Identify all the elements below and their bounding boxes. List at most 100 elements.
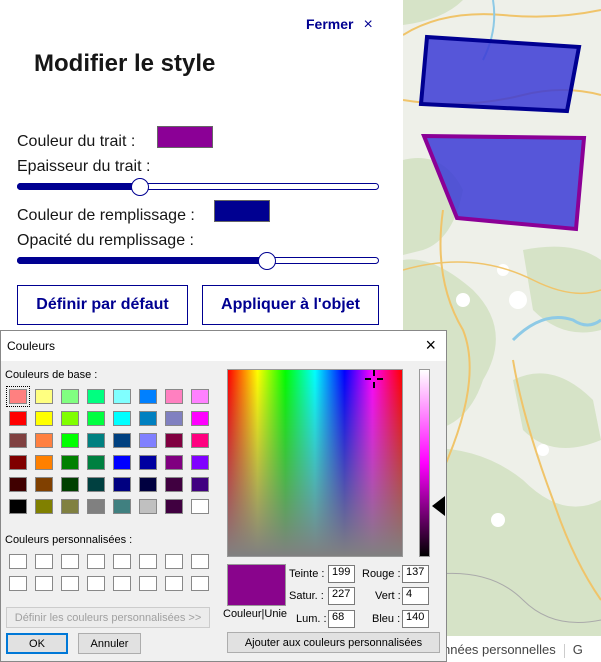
spectrum-crosshair-icon[interactable]: [365, 370, 383, 388]
set-default-button[interactable]: Définir par défaut: [17, 285, 188, 325]
basic-color-swatch-36[interactable]: [87, 477, 105, 492]
basic-color-swatch-11[interactable]: [61, 411, 79, 426]
basic-color-swatch-35[interactable]: [61, 477, 79, 492]
basic-color-swatch-42[interactable]: [35, 499, 53, 514]
custom-color-swatch-12[interactable]: [87, 576, 105, 591]
hue-label: Teinte :: [289, 568, 325, 580]
custom-color-swatch-4[interactable]: [87, 554, 105, 569]
add-custom-color-button[interactable]: Ajouter aux couleurs personnalisées: [227, 632, 440, 653]
blue-field[interactable]: 140: [402, 610, 429, 628]
basic-color-swatch-28[interactable]: [87, 455, 105, 470]
custom-color-swatch-6[interactable]: [139, 554, 157, 569]
basic-color-swatch-16[interactable]: [191, 411, 209, 426]
dialog-titlebar: Couleurs ×: [1, 331, 446, 361]
dialog-title: Couleurs: [7, 339, 56, 353]
basic-color-swatch-22[interactable]: [139, 433, 157, 448]
custom-color-swatch-14[interactable]: [139, 576, 157, 591]
basic-color-swatch-37[interactable]: [113, 477, 131, 492]
custom-color-swatch-7[interactable]: [165, 554, 183, 569]
basic-color-swatch-13[interactable]: [113, 411, 131, 426]
basic-color-swatch-12[interactable]: [87, 411, 105, 426]
hue-field[interactable]: 199: [328, 565, 355, 583]
basic-color-swatch-19[interactable]: [61, 433, 79, 448]
fill-opacity-slider-thumb[interactable]: [258, 252, 276, 270]
basic-color-swatch-3[interactable]: [61, 389, 79, 404]
stroke-width-slider-thumb[interactable]: [131, 178, 149, 196]
basic-color-swatch-43[interactable]: [61, 499, 79, 514]
basic-color-swatch-17[interactable]: [9, 433, 27, 448]
basic-color-swatch-18[interactable]: [35, 433, 53, 448]
basic-color-swatch-10[interactable]: [35, 411, 53, 426]
basic-color-swatch-14[interactable]: [139, 411, 157, 426]
basic-color-swatch-5[interactable]: [113, 389, 131, 404]
custom-color-swatch-16[interactable]: [191, 576, 209, 591]
basic-color-swatch-4[interactable]: [87, 389, 105, 404]
basic-color-swatch-24[interactable]: [191, 433, 209, 448]
fill-color-label: Couleur de remplissage :: [17, 207, 195, 224]
sat-field[interactable]: 227: [328, 587, 355, 605]
apply-to-object-button[interactable]: Appliquer à l'objet: [202, 285, 379, 325]
color-preview: [227, 564, 286, 606]
basic-color-swatch-20[interactable]: [87, 433, 105, 448]
basic-color-swatch-30[interactable]: [139, 455, 157, 470]
basic-color-swatch-40[interactable]: [191, 477, 209, 492]
blue-label: Bleu :: [372, 613, 401, 625]
custom-color-swatch-1[interactable]: [9, 554, 27, 569]
basic-color-swatch-47[interactable]: [165, 499, 183, 514]
basic-color-swatch-23[interactable]: [165, 433, 183, 448]
dialog-close-icon[interactable]: ×: [425, 335, 436, 356]
green-field[interactable]: 4: [402, 587, 429, 605]
basic-color-swatch-25[interactable]: [9, 455, 27, 470]
basic-color-swatch-26[interactable]: [35, 455, 53, 470]
fill-color-swatch[interactable]: [214, 200, 270, 222]
custom-color-swatch-10[interactable]: [35, 576, 53, 591]
basic-color-swatch-6[interactable]: [139, 389, 157, 404]
custom-color-swatch-13[interactable]: [113, 576, 131, 591]
define-custom-colors-button[interactable]: Définir les couleurs personnalisées >>: [6, 607, 210, 628]
lum-field[interactable]: 68: [328, 610, 355, 628]
basic-color-swatch-48[interactable]: [191, 499, 209, 514]
basic-color-swatch-1[interactable]: [6, 386, 30, 407]
custom-color-swatch-5[interactable]: [113, 554, 131, 569]
basic-color-swatch-32[interactable]: [191, 455, 209, 470]
red-label: Rouge :: [362, 568, 401, 580]
stroke-width-label: Epaisseur du trait :: [17, 158, 151, 175]
custom-color-swatch-11[interactable]: [61, 576, 79, 591]
basic-color-swatch-21[interactable]: [113, 433, 131, 448]
close-panel-button[interactable]: Fermer ×: [306, 16, 373, 34]
luminosity-bar[interactable]: [419, 369, 430, 557]
basic-color-swatch-33[interactable]: [9, 477, 27, 492]
custom-color-swatch-9[interactable]: [9, 576, 27, 591]
basic-color-swatch-29[interactable]: [113, 455, 131, 470]
basic-color-swatch-15[interactable]: [165, 411, 183, 426]
basic-color-swatch-2[interactable]: [35, 389, 53, 404]
fill-opacity-slider[interactable]: [17, 251, 379, 271]
ok-button[interactable]: OK: [6, 633, 68, 654]
red-field[interactable]: 137: [402, 565, 429, 583]
basic-color-swatch-38[interactable]: [139, 477, 157, 492]
basic-color-swatch-27[interactable]: [61, 455, 79, 470]
basic-color-swatch-7[interactable]: [165, 389, 183, 404]
custom-color-swatch-15[interactable]: [165, 576, 183, 591]
custom-colors-label: Couleurs personnalisées :: [5, 534, 133, 546]
custom-color-swatch-3[interactable]: [61, 554, 79, 569]
basic-color-swatch-34[interactable]: [35, 477, 53, 492]
basic-color-swatch-31[interactable]: [165, 455, 183, 470]
basic-color-swatch-9[interactable]: [9, 411, 27, 426]
custom-color-swatch-8[interactable]: [191, 554, 209, 569]
custom-color-swatch-2[interactable]: [35, 554, 53, 569]
basic-color-swatch-44[interactable]: [87, 499, 105, 514]
stroke-width-slider[interactable]: [17, 177, 379, 197]
basic-color-swatch-46[interactable]: [139, 499, 157, 514]
basic-color-swatch-41[interactable]: [9, 499, 27, 514]
basic-color-swatch-45[interactable]: [113, 499, 131, 514]
personal-data-link[interactable]: nnées personnelles: [443, 642, 556, 657]
cancel-button[interactable]: Annuler: [78, 633, 141, 654]
luminosity-arrow-icon[interactable]: [432, 496, 445, 516]
basic-color-swatch-8[interactable]: [191, 389, 209, 404]
preview-label: Couleur|Unie: [223, 608, 288, 620]
color-dialog: Couleurs × Couleurs de base : Couleurs p…: [0, 330, 447, 662]
basic-color-swatch-39[interactable]: [165, 477, 183, 492]
color-spectrum[interactable]: [227, 369, 403, 557]
stroke-color-swatch[interactable]: [157, 126, 213, 148]
